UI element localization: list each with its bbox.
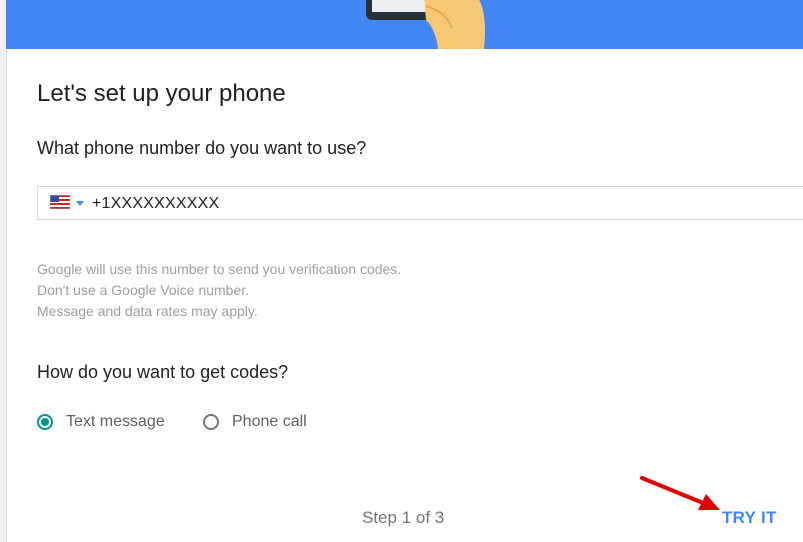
radio-unchecked-icon[interactable] bbox=[203, 414, 219, 430]
country-select[interactable] bbox=[50, 195, 86, 213]
radio-label: Phone call bbox=[232, 413, 307, 430]
radio-phone-call[interactable]: Phone call bbox=[203, 410, 307, 434]
phone-question: What phone number do you want to use? bbox=[37, 138, 367, 158]
step-indicator: Step 1 of 3 bbox=[362, 508, 445, 527]
radio-text-message[interactable]: Text message bbox=[37, 410, 165, 434]
try-it-button[interactable]: TRY IT bbox=[722, 508, 777, 528]
phone-help-text: Google will use this number to send you … bbox=[37, 259, 401, 322]
page-title: Let's set up your phone bbox=[37, 80, 286, 107]
caret-down-icon bbox=[76, 201, 84, 206]
radio-label: Text message bbox=[66, 413, 165, 430]
header-banner bbox=[6, 0, 803, 49]
help-line: Don't use a Google Voice number. bbox=[37, 282, 250, 298]
us-flag-icon bbox=[50, 195, 70, 209]
help-line: Message and data rates may apply. bbox=[37, 303, 258, 319]
radio-checked-icon[interactable] bbox=[37, 414, 53, 430]
red-arrow-annotation bbox=[640, 476, 720, 510]
phone-number-field[interactable]: +1XXXXXXXXXX bbox=[37, 186, 803, 220]
phone-hand-illustration bbox=[366, 0, 485, 49]
phone-input[interactable]: +1XXXXXXXXXX bbox=[92, 195, 219, 213]
help-line: Google will use this number to send you … bbox=[37, 261, 402, 277]
codes-question: How do you want to get codes? bbox=[37, 362, 289, 382]
